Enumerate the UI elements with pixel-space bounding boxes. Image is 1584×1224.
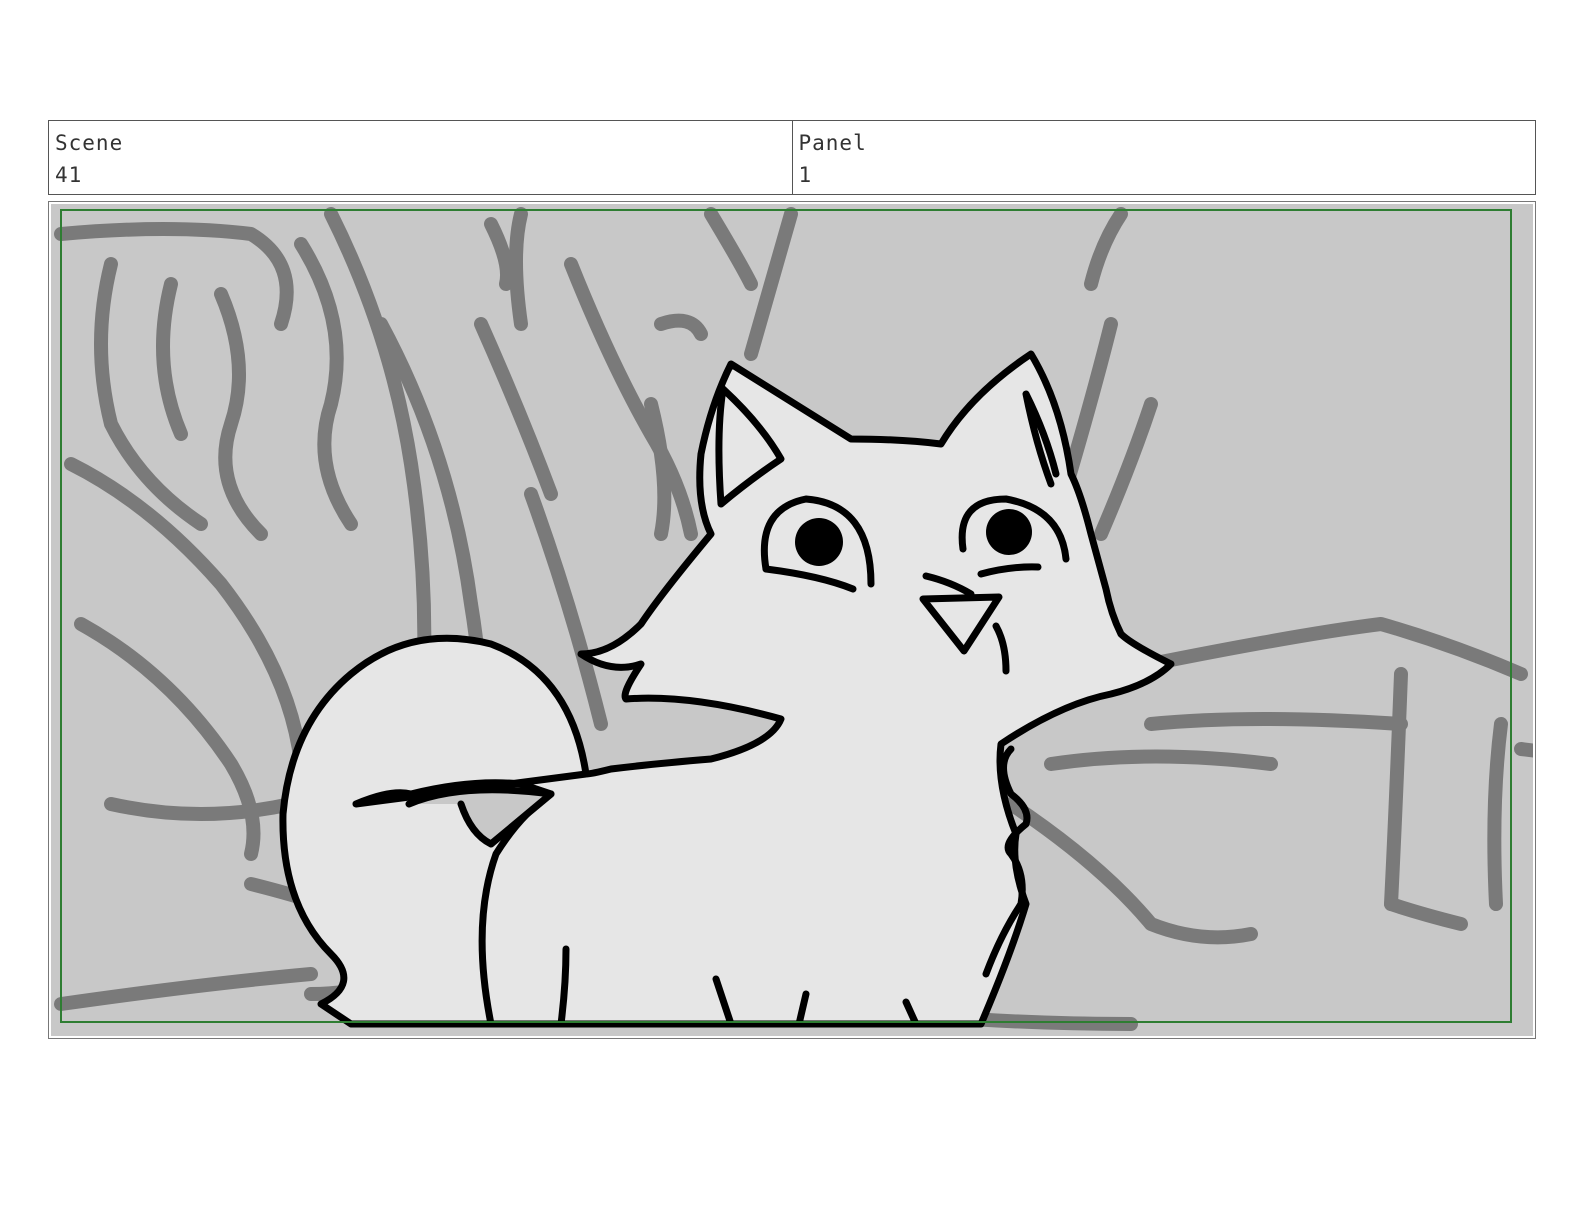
panel-number: 1 <box>798 163 813 187</box>
panel-label: Panel <box>798 131 867 155</box>
storyboard-header: Scene 41 Panel 1 <box>48 120 1536 195</box>
cat-eye-right-pupil <box>986 509 1032 555</box>
storyboard-panel <box>48 201 1536 1039</box>
cat-sketch-illustration <box>51 204 1533 1036</box>
panel-cell: Panel 1 <box>791 121 1536 194</box>
cat-eye-left-pupil <box>795 518 843 566</box>
scene-cell: Scene 41 <box>49 121 792 194</box>
scene-label: Scene <box>55 131 124 155</box>
scene-number: 41 <box>55 163 83 187</box>
